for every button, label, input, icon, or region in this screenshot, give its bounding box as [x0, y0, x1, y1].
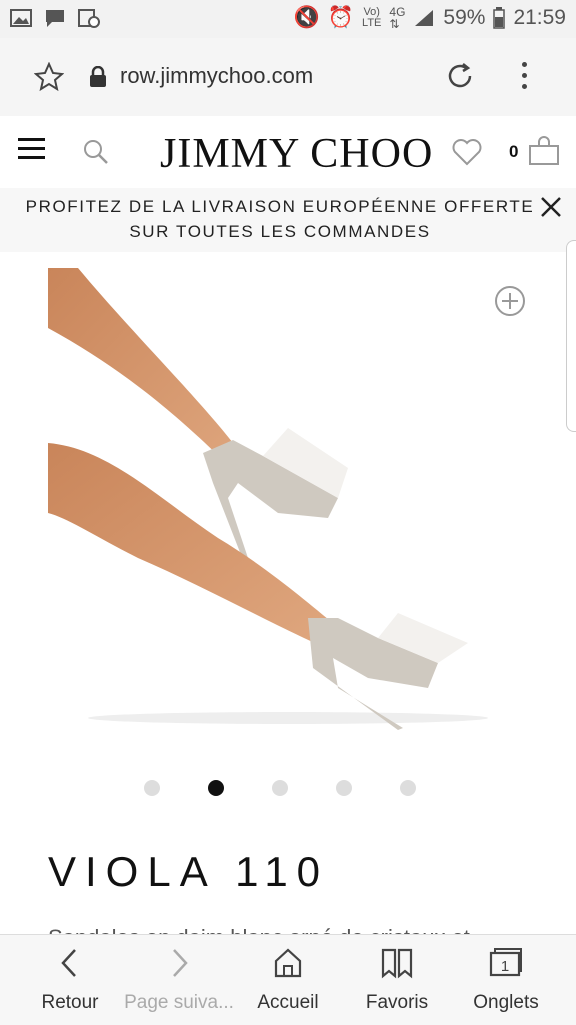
brand-logo[interactable]: JIMMY CHOO [160, 130, 433, 178]
nav-label: Favoris [365, 992, 429, 1013]
forward-button[interactable]: Page suiva... [124, 947, 234, 1014]
chevron-right-icon [173, 949, 188, 977]
scroll-handle[interactable] [566, 240, 576, 432]
hamburger-menu-icon[interactable] [18, 138, 45, 165]
nav-label: Retour [41, 992, 99, 1013]
star-icon[interactable] [34, 62, 64, 92]
zoom-in-icon[interactable] [494, 285, 526, 317]
nav-label: Onglets [473, 992, 539, 1013]
carousel-dot[interactable] [272, 780, 288, 796]
search-icon[interactable] [82, 138, 110, 166]
overflow-menu-icon[interactable] [518, 62, 530, 95]
signal-icon [415, 10, 434, 26]
battery-level: 59% [443, 6, 486, 29]
carousel-dot[interactable] [336, 780, 352, 796]
mute-icon: 🔇 [293, 6, 320, 29]
volte-icon: Vo) LTE [362, 6, 382, 29]
carousel-dot[interactable] [144, 780, 160, 796]
bookmarks-icon [381, 948, 413, 979]
browser-bar: row.jimmychoo.com [0, 38, 576, 116]
alarm-icon: ⏰ [327, 6, 355, 29]
lock-icon [90, 66, 106, 87]
nav-label: Page suiva... [124, 992, 234, 1013]
gallery-icon [10, 9, 32, 27]
promo-text: PROFITEZ DE LA LIVRAISON EUROPÉENNE OFFE… [25, 197, 535, 241]
tab-count: 1 [501, 958, 509, 975]
site-header: JIMMY CHOO 0 [0, 116, 576, 188]
reload-icon[interactable] [444, 60, 476, 92]
heart-icon[interactable] [452, 138, 482, 166]
image-clock-icon [78, 9, 100, 28]
carousel-dot-active[interactable] [208, 780, 224, 796]
chevron-left-icon [61, 949, 76, 977]
bookmarks-button[interactable]: Favoris [342, 947, 452, 1014]
nav-label: Accueil [257, 992, 319, 1013]
cart-count: 0 [509, 142, 519, 161]
home-icon [274, 948, 302, 978]
clock: 21:59 [513, 6, 566, 29]
close-icon[interactable] [540, 196, 562, 218]
status-bar: 🔇 ⏰ Vo) LTE 4G ⇅ 59% 21:59 [0, 0, 576, 38]
url-field[interactable]: row.jimmychoo.com [120, 63, 313, 89]
bottom-navigation: Retour Page suiva... Accueil Favoris 1 O… [0, 934, 576, 1025]
message-icon [46, 10, 64, 27]
battery-icon [493, 7, 506, 29]
tabs-icon: 1 [489, 948, 522, 977]
shopping-bag-icon[interactable] [528, 136, 560, 166]
back-button[interactable]: Retour [15, 947, 125, 1014]
promo-banner: PROFITEZ DE LA LIVRAISON EUROPÉENNE OFFE… [0, 188, 576, 252]
home-button[interactable]: Accueil [233, 947, 343, 1014]
product-name: VIOLA 110 [48, 848, 330, 895]
carousel-dot[interactable] [400, 780, 416, 796]
product-image[interactable] [48, 268, 528, 738]
tabs-button[interactable]: 1 Onglets [451, 947, 561, 1014]
4g-icon: 4G ⇅ [389, 5, 406, 31]
carousel-indicators [144, 780, 416, 796]
